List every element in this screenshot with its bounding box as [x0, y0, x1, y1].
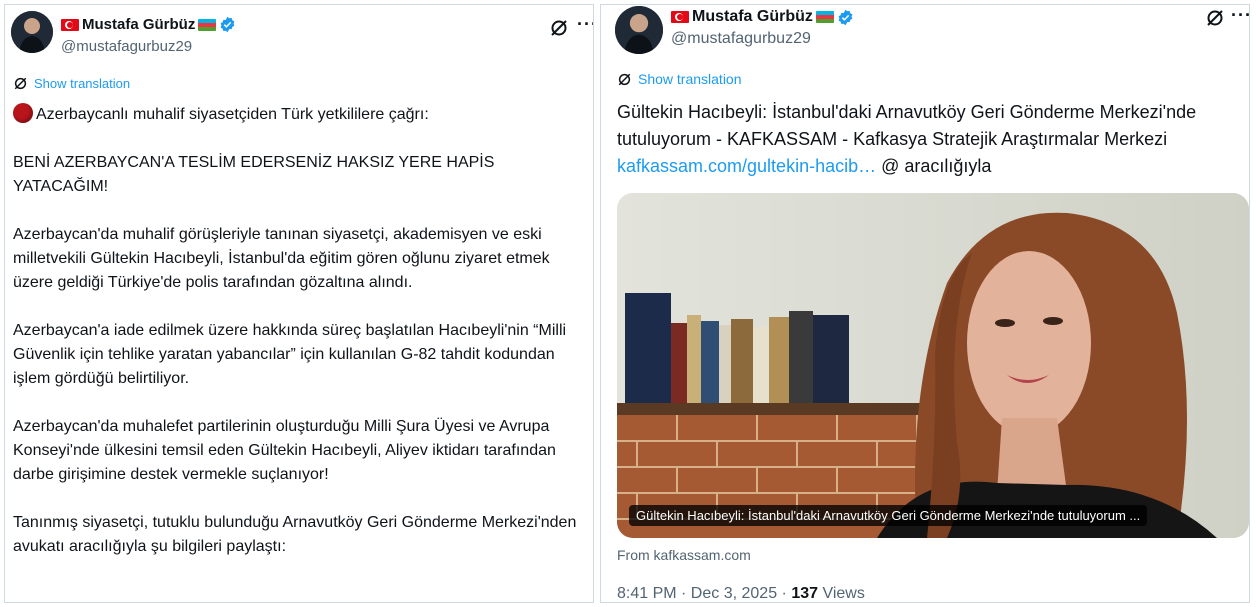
- tweet-header: Mustafa Gürbüz @mustafagurbuz29 ···: [601, 5, 1249, 65]
- avatar[interactable]: [11, 11, 53, 53]
- tweet-paragraph: Azerbaycanlı muhalif siyasetçiden Türk y…: [13, 103, 591, 127]
- turkey-flag-icon: [671, 11, 689, 23]
- show-translation-label[interactable]: Show translation: [638, 71, 742, 87]
- show-translation-link[interactable]: Show translation: [13, 76, 130, 91]
- tweet-text-main: Gültekin Hacıbeyli: İstanbul'daki Arnavu…: [617, 102, 1197, 149]
- translate-icon: [618, 73, 631, 85]
- tweet-paragraph: Azerbaycan'a iade edilmek üzere hakkında…: [13, 322, 567, 387]
- tweet-paragraph: Tanınmış siyasetçi, tutuklu bulunduğu Ar…: [13, 514, 577, 555]
- tweet-text: Azerbaycanlı muhalif siyasetçiden Türk y…: [13, 103, 591, 583]
- tweet-paragraph: Azerbaycan'da muhalefet partilerinin olu…: [13, 418, 556, 483]
- avatar[interactable]: [615, 6, 663, 54]
- verified-badge-icon: [220, 16, 235, 33]
- tweet-meta: 8:41 PM · Dec 3, 2025 · 137 Views: [617, 585, 865, 602]
- show-translation-link[interactable]: Show translation: [617, 71, 742, 87]
- card-caption[interactable]: Gültekin Hacıbeyli: İstanbul'daki Arnavu…: [629, 505, 1148, 526]
- translate-icon: [14, 77, 27, 90]
- card-source[interactable]: From kafkassam.com: [617, 547, 751, 563]
- handle[interactable]: @mustafagurbuz29: [671, 30, 811, 48]
- paragraph-text: Azerbaycanlı muhalif siyasetçiden Türk y…: [36, 106, 429, 123]
- views-label: Views: [818, 585, 865, 602]
- grok-icon[interactable]: [1205, 8, 1225, 28]
- grok-icon[interactable]: [549, 18, 569, 38]
- azerbaijan-flag-icon: [198, 18, 217, 31]
- turkey-flag-icon: [61, 18, 79, 31]
- tweet-header: Mustafa Gürbüz @mustafagurbuz29 ···: [5, 5, 593, 65]
- display-name-row[interactable]: Mustafa Gürbüz: [671, 8, 854, 26]
- more-icon[interactable]: ···: [1231, 5, 1249, 26]
- link-suffix: @ aracılığıyla: [876, 156, 992, 176]
- article-photo: [617, 193, 1249, 538]
- display-name-row[interactable]: Mustafa Gürbüz: [61, 16, 236, 33]
- verified-badge-icon: [838, 9, 853, 25]
- article-link[interactable]: kafkassam.com/gultekin-hacib…: [617, 156, 876, 176]
- tweet-left: Mustafa Gürbüz @mustafagurbuz29 ··· Show…: [4, 4, 594, 603]
- tweet-right: Mustafa Gürbüz @mustafagurbuz29 ··· Show…: [600, 4, 1250, 603]
- handle[interactable]: @mustafagurbuz29: [61, 38, 192, 55]
- timestamp[interactable]: 8:41 PM · Dec 3, 2025 ·: [617, 585, 791, 602]
- tweet-text: Gültekin Hacıbeyli: İstanbul'daki Arnavu…: [617, 99, 1242, 180]
- show-translation-label[interactable]: Show translation: [34, 76, 130, 91]
- views-count: 137: [791, 585, 819, 602]
- display-name[interactable]: Mustafa Gürbüz: [82, 16, 195, 33]
- more-icon[interactable]: ···: [577, 14, 593, 35]
- azerbaijan-flag-icon: [815, 11, 834, 23]
- link-preview-card[interactable]: Gültekin Hacıbeyli: İstanbul'daki Arnavu…: [617, 193, 1249, 538]
- tweet-paragraph: Azerbaycan'da muhalif görüşleriyle tanın…: [13, 226, 550, 291]
- tweet-paragraph: BENİ AZERBAYCAN'A TESLİM EDERSENİZ HAKSI…: [13, 154, 495, 195]
- display-name[interactable]: Mustafa Gürbüz: [692, 8, 813, 26]
- red-circle-emoji: [13, 103, 33, 123]
